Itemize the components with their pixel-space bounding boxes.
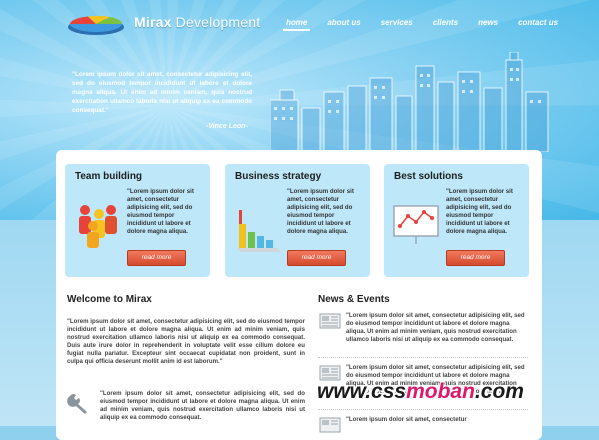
feature-title: Best solutions bbox=[394, 171, 463, 182]
nav-about-us[interactable]: about us bbox=[324, 18, 363, 31]
feature-box-best-solutions: Best solutions "Lorem ipsum dolor sit am… bbox=[384, 164, 529, 277]
news-divider bbox=[318, 357, 528, 358]
news-item-text: "Lorem ipsum dolor sit amet, consectetur… bbox=[346, 312, 525, 343]
presentation-board-icon bbox=[393, 205, 439, 244]
read-more-button[interactable]: read more bbox=[446, 250, 505, 266]
logo-pie-icon bbox=[68, 15, 124, 35]
nav-home[interactable]: home bbox=[283, 18, 311, 31]
feature-box-business-strategy: Business strategy "Lorem ipsum dolor sit… bbox=[225, 164, 370, 277]
welcome-paragraph: "Lorem ipsum dolor sit amet, consectetur… bbox=[67, 318, 305, 365]
news-divider bbox=[318, 409, 528, 410]
bar-chart-icon bbox=[237, 210, 281, 252]
read-more-button[interactable]: read more bbox=[287, 250, 346, 266]
nav-news[interactable]: news bbox=[475, 18, 501, 31]
main-nav: home about us services clients news cont… bbox=[283, 18, 561, 31]
news-title: News & Events bbox=[318, 294, 390, 305]
news-item-text: "Lorem ipsum dolor sit amet, consectetur bbox=[346, 416, 467, 423]
team-people-icon bbox=[79, 205, 117, 248]
feature-title: Business strategy bbox=[235, 171, 322, 182]
feature-text: "Lorem ipsum dolor sit amet, consectetur… bbox=[127, 188, 194, 235]
nav-clients[interactable]: clients bbox=[430, 18, 461, 31]
nav-services[interactable]: services bbox=[378, 18, 416, 31]
city-skyline-illustration bbox=[270, 52, 549, 152]
feature-box-team-building: Team building "Lorem ipsum dolor sit ame… bbox=[65, 164, 210, 277]
read-more-button[interactable]: read more bbox=[127, 250, 186, 266]
welcome-paragraph-2: "Lorem ipsum dolor sit amet, consectetur… bbox=[100, 390, 305, 421]
hero-quote-author: -Vince Leon- bbox=[206, 123, 248, 130]
hero-quote: "Lorem ipsum dolor sit amet, consectetur… bbox=[72, 71, 252, 114]
newspaper-icon bbox=[319, 417, 341, 433]
welcome-title: Welcome to Mirax bbox=[67, 294, 152, 305]
newspaper-icon bbox=[319, 313, 341, 329]
logo-text: Mirax Development bbox=[134, 14, 261, 30]
wrench-icon bbox=[67, 394, 87, 414]
feature-title: Team building bbox=[75, 171, 143, 182]
feature-text: "Lorem ipsum dolor sit amet, consectetur… bbox=[446, 188, 513, 235]
watermark-text: www.cssmoban.com bbox=[317, 380, 524, 403]
nav-contact-us[interactable]: contact us bbox=[515, 18, 561, 31]
feature-text: "Lorem ipsum dolor sit amet, consectetur… bbox=[287, 188, 354, 235]
logo[interactable]: Mirax Development bbox=[66, 8, 260, 36]
